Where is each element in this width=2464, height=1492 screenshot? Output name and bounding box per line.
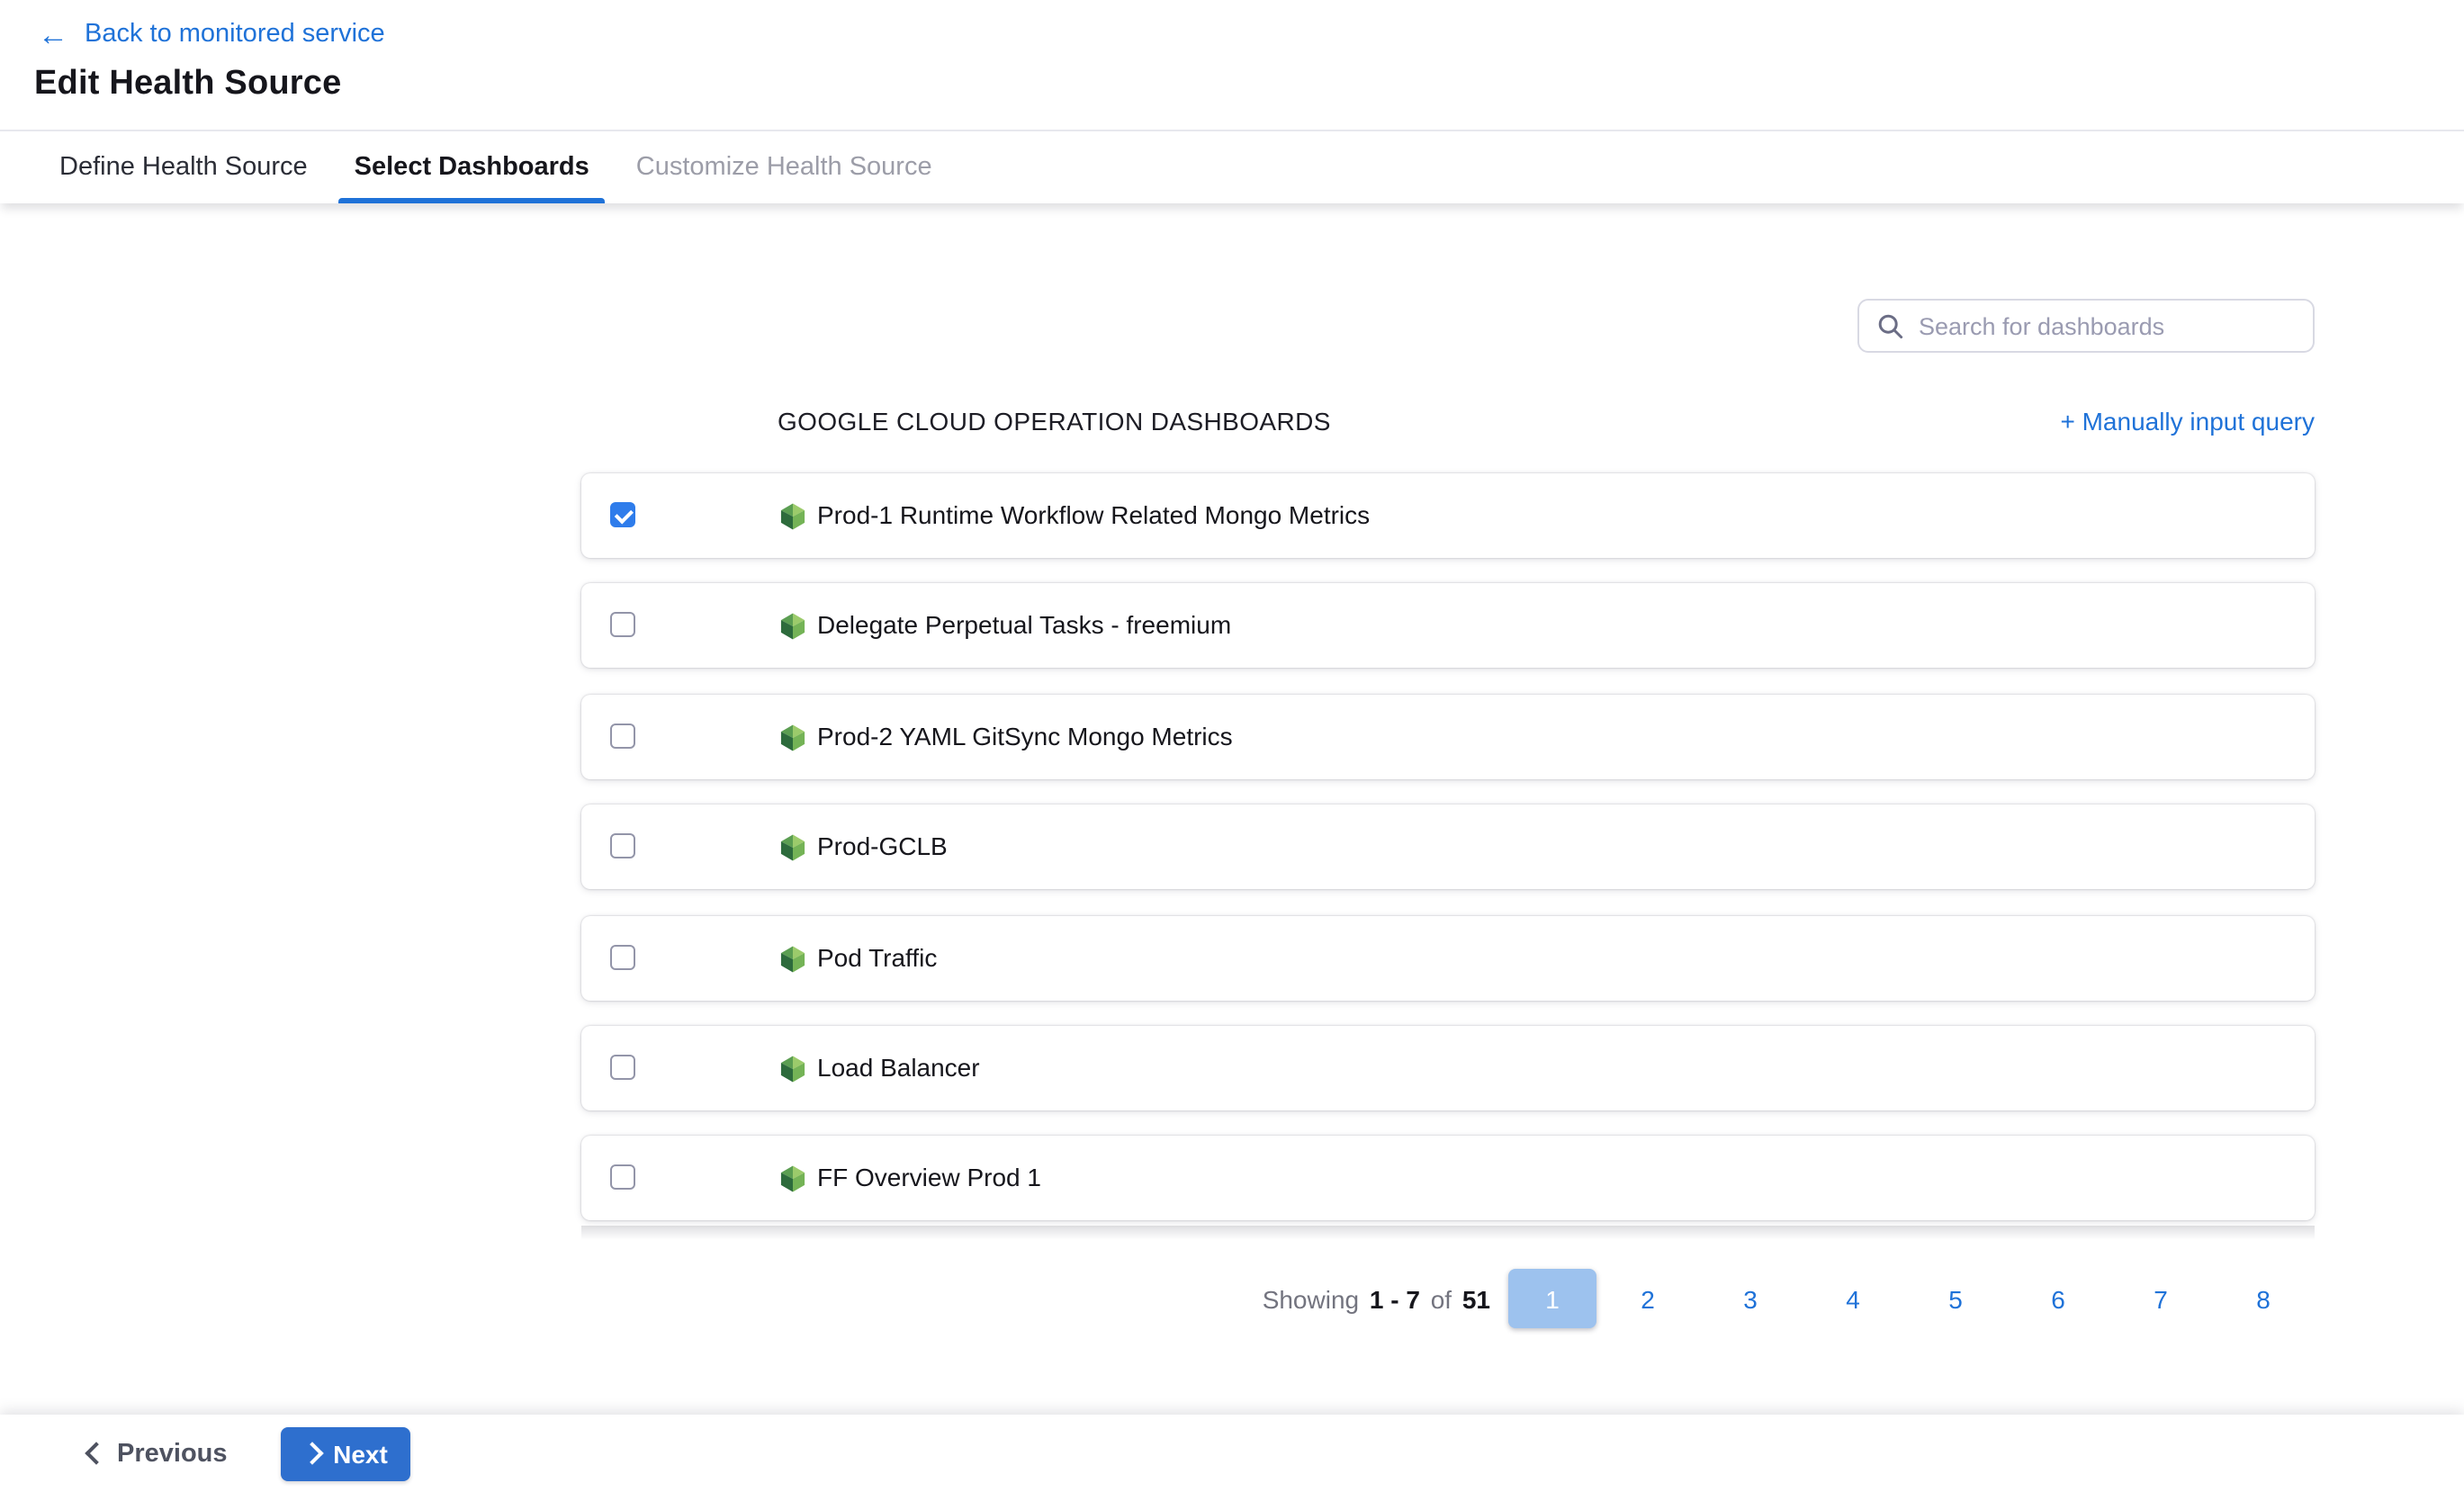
dashboard-hexagon-icon xyxy=(779,1055,806,1083)
page-title: Edit Health Source xyxy=(34,65,341,104)
dashboard-row[interactable]: Delegate Perpetual Tasks - freemium xyxy=(581,584,2315,669)
list-bottom-shadow xyxy=(581,1226,2315,1240)
showing-range: 1 - 7 xyxy=(1370,1284,1420,1313)
tabbar: Define Health Source Select Dashboards C… xyxy=(0,130,2464,203)
back-link-label: Back to monitored service xyxy=(85,20,385,49)
dashboard-search xyxy=(1857,299,2315,353)
tab-select-dashboards[interactable]: Select Dashboards xyxy=(338,131,606,203)
dashboard-checkbox[interactable] xyxy=(610,613,635,638)
next-button[interactable]: Next xyxy=(282,1426,411,1480)
section-title: GOOGLE CLOUD OPERATION DASHBOARDS xyxy=(778,407,1331,436)
next-button-label: Next xyxy=(333,1439,388,1468)
dashboard-checkbox[interactable] xyxy=(610,833,635,858)
dashboard-hexagon-icon xyxy=(779,502,806,531)
dashboard-label: FF Overview Prod 1 xyxy=(817,1137,1041,1221)
search-input[interactable] xyxy=(1919,301,2302,351)
chevron-left-icon xyxy=(85,1442,107,1464)
dashboard-hexagon-icon xyxy=(779,724,806,752)
dashboard-row[interactable]: Load Balancer xyxy=(581,1026,2315,1110)
tab-customize-health-source[interactable]: Customize Health Source xyxy=(620,131,949,203)
dashboard-label: Prod-1 Runtime Workflow Related Mongo Me… xyxy=(817,473,1370,558)
showing-text: Showing 1 - 7 of 51 xyxy=(1259,1284,1490,1313)
dashboard-row[interactable]: Prod-2 YAML GitSync Mongo Metrics xyxy=(581,695,2315,779)
previous-button[interactable]: Previous xyxy=(88,1439,228,1468)
footer-bar: Previous Next xyxy=(0,1415,2464,1492)
dashboard-hexagon-icon xyxy=(779,944,806,973)
page-button[interactable]: 7 xyxy=(2109,1284,2212,1313)
page-button[interactable]: 2 xyxy=(1596,1284,1699,1313)
chevron-right-icon xyxy=(301,1442,323,1464)
previous-button-label: Previous xyxy=(117,1439,228,1468)
pagination: Showing 1 - 7 of 51 1 2 3 4 5 6 7 8 xyxy=(581,1269,2315,1328)
dashboard-label: Delegate Perpetual Tasks - freemium xyxy=(817,584,1231,669)
showing-prefix: Showing xyxy=(1263,1284,1359,1313)
dashboard-checkbox[interactable] xyxy=(610,724,635,749)
dashboard-checkbox[interactable] xyxy=(610,944,635,969)
search-icon xyxy=(1877,313,1904,340)
dashboard-checkbox[interactable] xyxy=(610,502,635,527)
dashboard-hexagon-icon xyxy=(779,1165,806,1194)
dashboard-hexagon-icon xyxy=(779,833,806,862)
dashboard-row[interactable]: Pod Traffic xyxy=(581,915,2315,1000)
dashboard-list: Prod-1 Runtime Workflow Related Mongo Me… xyxy=(581,473,2315,1246)
page-button[interactable]: 6 xyxy=(2007,1284,2109,1313)
dashboard-label: Pod Traffic xyxy=(817,915,937,1000)
dashboard-label: Prod-GCLB xyxy=(817,804,948,889)
manually-input-query-link[interactable]: + Manually input query xyxy=(2060,407,2315,436)
showing-total: 51 xyxy=(1462,1284,1490,1313)
dashboard-row[interactable]: FF Overview Prod 1 xyxy=(581,1137,2315,1221)
dashboard-checkbox[interactable] xyxy=(610,1165,635,1191)
showing-of: of xyxy=(1431,1284,1452,1313)
arrow-left-icon: ← xyxy=(38,19,68,49)
tab-define-health-source[interactable]: Define Health Source xyxy=(43,131,324,203)
dashboard-row[interactable]: Prod-GCLB xyxy=(581,804,2315,889)
back-link[interactable]: ← Back to monitored service xyxy=(38,16,385,52)
dashboard-hexagon-icon xyxy=(779,613,806,642)
edit-health-source-page: ← Back to monitored service Edit Health … xyxy=(0,0,2464,1492)
page-button[interactable]: 5 xyxy=(1904,1284,2007,1313)
list-header-row: GOOGLE CLOUD OPERATION DASHBOARDS + Manu… xyxy=(778,407,2315,436)
page-button-active[interactable]: 1 xyxy=(1508,1269,1596,1328)
dashboard-checkbox[interactable] xyxy=(610,1055,635,1080)
dashboard-label: Prod-2 YAML GitSync Mongo Metrics xyxy=(817,695,1233,779)
page-button[interactable]: 8 xyxy=(2212,1284,2315,1313)
dashboard-row[interactable]: Prod-1 Runtime Workflow Related Mongo Me… xyxy=(581,473,2315,558)
page-button[interactable]: 3 xyxy=(1699,1284,1802,1313)
page-button[interactable]: 4 xyxy=(1802,1284,1904,1313)
dashboard-label: Load Balancer xyxy=(817,1026,980,1110)
